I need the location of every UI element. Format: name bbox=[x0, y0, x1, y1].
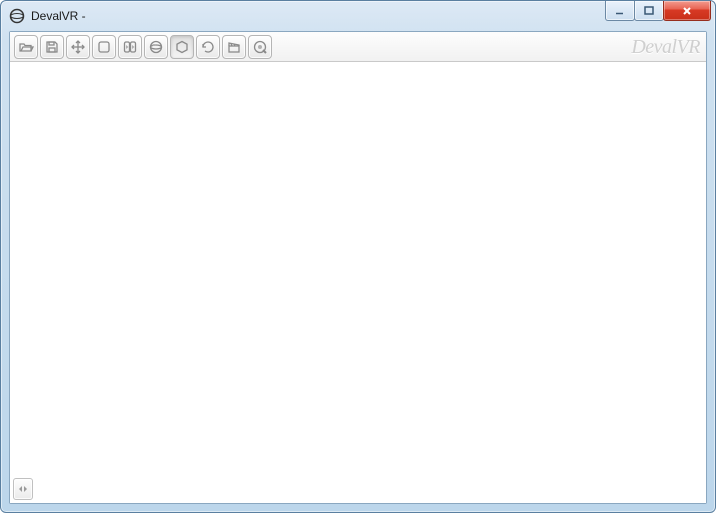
fullscreen-button[interactable] bbox=[92, 35, 116, 59]
clapper-button[interactable] bbox=[222, 35, 246, 59]
app-window: DevalVR - bbox=[0, 0, 716, 513]
hexagon-button[interactable] bbox=[170, 35, 194, 59]
close-button[interactable] bbox=[663, 1, 711, 21]
titlebar[interactable]: DevalVR - bbox=[1, 1, 715, 31]
save-button[interactable] bbox=[40, 35, 64, 59]
minimize-button[interactable] bbox=[605, 1, 635, 21]
sphere-button[interactable] bbox=[144, 35, 168, 59]
open-button[interactable] bbox=[14, 35, 38, 59]
window-title: DevalVR - bbox=[31, 9, 86, 23]
window-controls bbox=[605, 1, 711, 21]
maximize-button[interactable] bbox=[634, 1, 664, 21]
rotate-button[interactable] bbox=[196, 35, 220, 59]
toolbar: DevalVR bbox=[10, 32, 706, 62]
content-area bbox=[10, 62, 706, 503]
move-button[interactable] bbox=[66, 35, 90, 59]
panel-toggle-button[interactable] bbox=[13, 478, 33, 500]
client-area: DevalVR bbox=[9, 31, 707, 504]
play-panels-button[interactable] bbox=[118, 35, 142, 59]
brand-watermark: DevalVR bbox=[631, 32, 700, 62]
app-icon bbox=[9, 8, 25, 24]
quicktime-button[interactable] bbox=[248, 35, 272, 59]
